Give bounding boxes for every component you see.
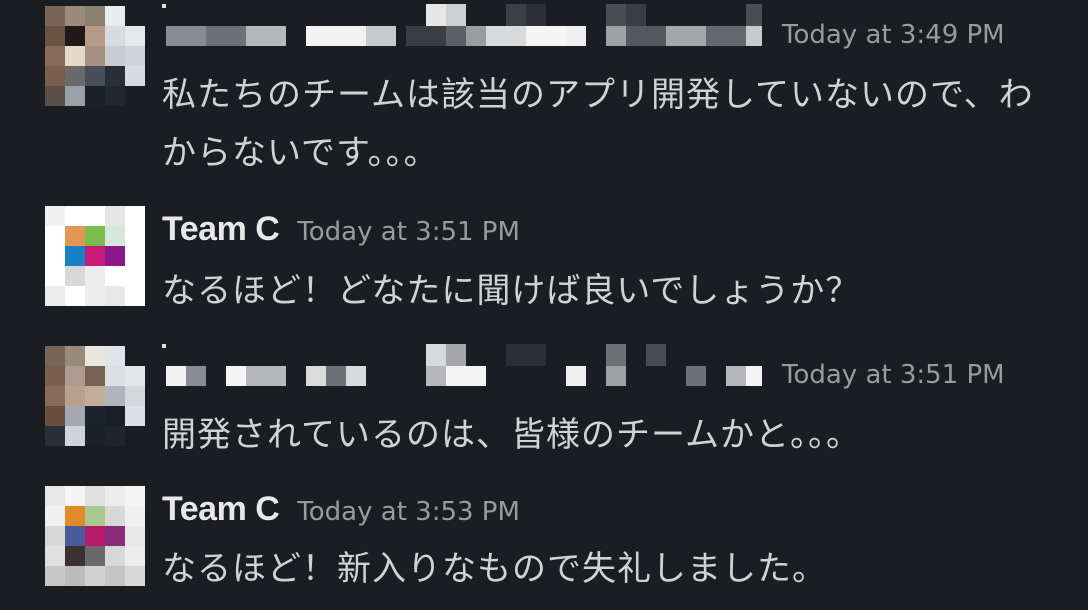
message-timestamp[interactable]: Today at 3:53 PM <box>297 497 520 527</box>
author-name[interactable]: Team C <box>162 490 280 528</box>
author-name[interactable]: Team C <box>162 210 280 248</box>
message-text: 開発されているのは、皆様のチームかと。。。 <box>162 415 861 455</box>
message-timestamp[interactable]: Today at 3:51 PM <box>782 360 1005 390</box>
avatar[interactable] <box>45 346 145 446</box>
message-text: なるほど！どなたに聞けば良いでしょうか？ <box>162 271 861 311</box>
message-timestamp[interactable]: Today at 3:51 PM <box>297 217 520 247</box>
message-header: Team C Today at 3:51 PM <box>162 210 520 249</box>
redacted-author-name <box>162 4 762 56</box>
message-header: Team C Today at 3:53 PM <box>162 490 520 529</box>
message-text: なるほど！新入りなもので失礼しました。 <box>162 549 827 589</box>
avatar[interactable] <box>45 486 145 586</box>
message-text: 私たちのチームは該当のアプリ開発していないので、わからないです。。。 <box>162 75 1034 173</box>
redacted-author-name <box>162 344 762 396</box>
avatar[interactable] <box>45 6 145 106</box>
avatar[interactable] <box>45 206 145 306</box>
message-thread: Today at 3:49 PM 私たちのチームは該当のアプリ開発していないので… <box>0 0 1088 610</box>
message-timestamp[interactable]: Today at 3:49 PM <box>782 20 1005 50</box>
